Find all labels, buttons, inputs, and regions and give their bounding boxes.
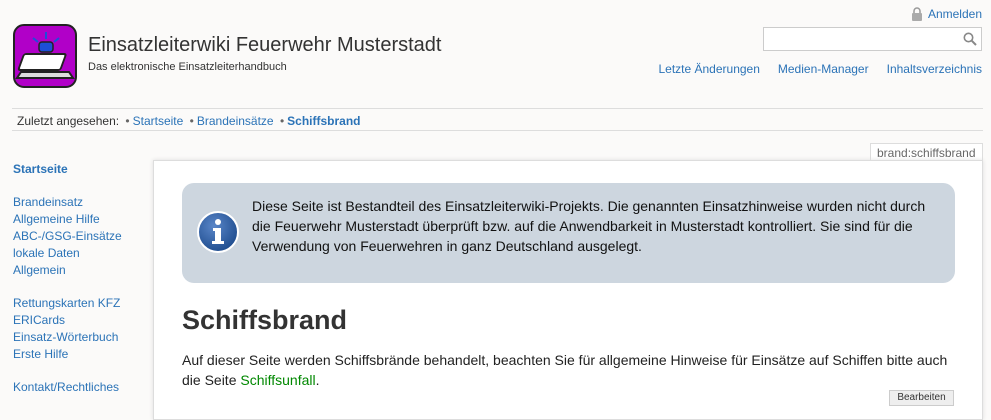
sidebar-item[interactable]: Kontakt/Rechtliches xyxy=(13,379,122,396)
divider xyxy=(12,130,983,131)
sidebar-item[interactable]: Brandeinsatz xyxy=(13,194,122,211)
page-content: Diese Seite ist Bestandteil des Einsatzl… xyxy=(153,160,983,420)
intro-text-end: . xyxy=(315,372,320,388)
tool-recent-changes[interactable]: Letzte Änderungen xyxy=(658,62,759,76)
lock-icon xyxy=(911,7,923,21)
breadcrumb-item[interactable]: Brandeinsätze xyxy=(197,114,274,128)
page-id: brand:schiffsbrand xyxy=(870,143,983,161)
breadcrumb-item[interactable]: Startseite xyxy=(133,114,184,128)
breadcrumb-current[interactable]: Schiffsbrand xyxy=(287,114,360,128)
site-tools: Letzte Änderungen Medien-Manager Inhalts… xyxy=(658,62,982,76)
sidebar-item-startseite[interactable]: Startseite xyxy=(13,161,122,178)
login-link[interactable]: Anmelden xyxy=(911,7,982,21)
search-input[interactable] xyxy=(768,29,962,51)
page-title: Schiffsbrand xyxy=(182,305,348,335)
search-icon[interactable] xyxy=(963,32,977,46)
sidebar-item[interactable]: Einsatz-Wörterbuch xyxy=(13,329,122,346)
divider xyxy=(12,108,983,109)
login-label[interactable]: Anmelden xyxy=(928,7,982,21)
sidebar-item[interactable]: ERICards xyxy=(13,312,122,329)
edit-button[interactable]: Bearbeiten xyxy=(889,390,954,406)
sidebar: Startseite Brandeinsatz Allgemeine Hilfe… xyxy=(13,161,122,412)
sidebar-item[interactable]: Rettungskarten KFZ xyxy=(13,295,122,312)
sidebar-item[interactable]: Allgemein xyxy=(13,262,122,279)
notice-text: Diese Seite ist Bestandteil des Einsatzl… xyxy=(252,198,926,254)
tool-media-manager[interactable]: Medien-Manager xyxy=(778,62,869,76)
site-title[interactable]: Einsatzleiterwiki Feuerwehr Musterstadt xyxy=(88,34,441,57)
sidebar-item[interactable]: lokale Daten xyxy=(13,245,122,262)
notice-box: Diese Seite ist Bestandteil des Einsatzl… xyxy=(182,183,955,283)
intro-paragraph: Auf dieser Seite werden Schiffsbrände be… xyxy=(182,350,962,390)
sidebar-item[interactable]: ABC-/GSG-Einsätze xyxy=(13,228,122,245)
breadcrumb-label: Zuletzt angesehen: xyxy=(17,114,120,128)
breadcrumb: Zuletzt angesehen: • Startseite • Brandein… xyxy=(17,114,361,128)
tool-index[interactable]: Inhaltsverzeichnis xyxy=(887,62,982,76)
site-logo[interactable] xyxy=(13,24,77,88)
search-box[interactable] xyxy=(763,27,982,51)
sidebar-item[interactable]: Erste Hilfe xyxy=(13,346,122,363)
info-icon xyxy=(196,210,240,254)
site-tagline: Das elektronische Einsatzleiterhandbuch xyxy=(88,61,287,73)
link-schiffsunfall[interactable]: Schiffsunfall xyxy=(240,372,315,388)
sidebar-item[interactable]: Allgemeine Hilfe xyxy=(13,211,122,228)
